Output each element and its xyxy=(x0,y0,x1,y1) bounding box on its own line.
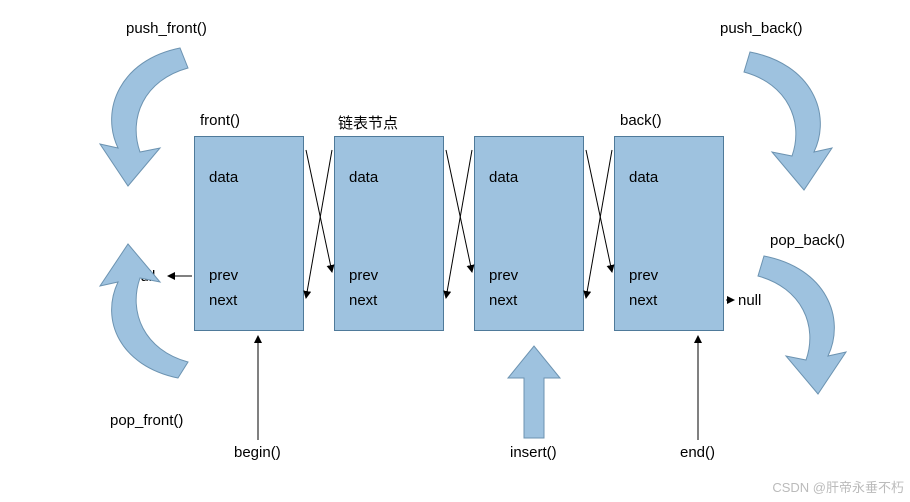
label-null-left: null xyxy=(132,268,155,285)
label-back: back() xyxy=(620,112,662,129)
node-4: data prev next xyxy=(614,136,724,331)
node-field-next: next xyxy=(349,292,377,309)
node-3: data prev next xyxy=(474,136,584,331)
node-field-prev: prev xyxy=(629,267,658,284)
node-field-prev: prev xyxy=(349,267,378,284)
label-front: front() xyxy=(200,112,240,129)
node-field-next: next xyxy=(629,292,657,309)
insert-arrow xyxy=(508,346,560,438)
curved-arrow-push-back xyxy=(744,52,832,190)
node-field-next: next xyxy=(209,292,237,309)
node-field-next: next xyxy=(489,292,517,309)
label-push-front: push_front() xyxy=(126,20,207,37)
node-field-data: data xyxy=(349,169,378,186)
node-field-data: data xyxy=(629,169,658,186)
curved-arrow-pop-front xyxy=(100,244,188,378)
label-insert: insert() xyxy=(510,444,557,461)
label-null-right: null xyxy=(738,292,761,309)
node-field-prev: prev xyxy=(489,267,518,284)
curved-arrow-pop-back xyxy=(758,256,846,394)
node-field-prev: prev xyxy=(209,267,238,284)
label-pop-front: pop_front() xyxy=(110,412,183,429)
label-begin: begin() xyxy=(234,444,281,461)
label-end: end() xyxy=(680,444,715,461)
curved-arrow-push-front xyxy=(100,48,188,186)
node-field-data: data xyxy=(489,169,518,186)
watermark: CSDN @肝帝永垂不朽 xyxy=(772,477,904,496)
label-node-header: 链表节点 xyxy=(338,112,398,133)
label-push-back: push_back() xyxy=(720,20,803,37)
node-1: data prev next xyxy=(194,136,304,331)
node-2: data prev next xyxy=(334,136,444,331)
node-field-data: data xyxy=(209,169,238,186)
label-pop-back: pop_back() xyxy=(770,232,845,249)
diagram-stage: data prev next data prev next data prev … xyxy=(0,0,910,502)
